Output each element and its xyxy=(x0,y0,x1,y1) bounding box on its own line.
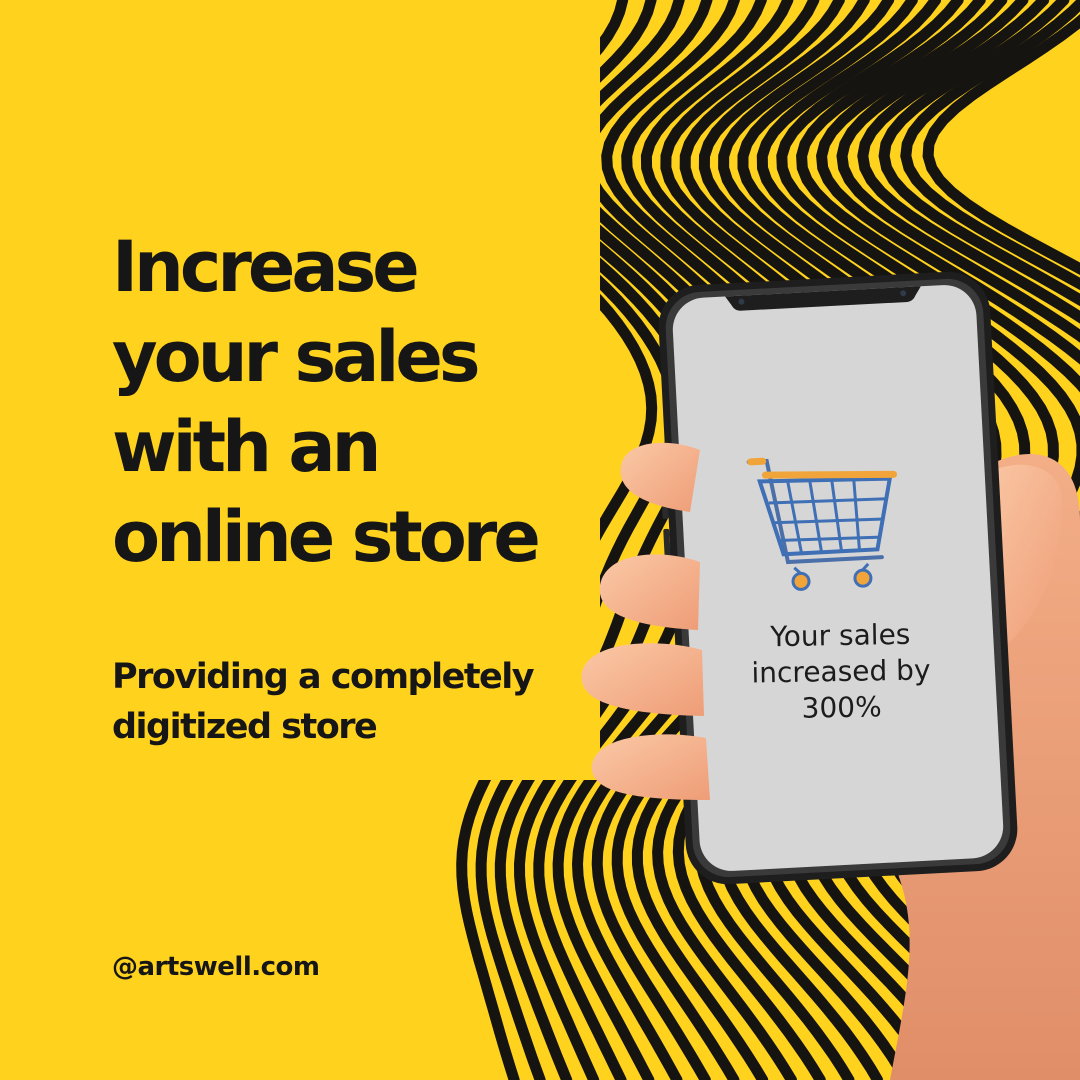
hand-finger xyxy=(591,734,710,800)
phone-message-line: Your sales xyxy=(770,617,911,654)
subheadline-line: Providing a completely xyxy=(112,657,535,697)
phone-message-line: increased by xyxy=(751,653,931,690)
hand-finger xyxy=(581,643,704,716)
headline-line: online store xyxy=(112,496,541,578)
phone-screen xyxy=(672,285,1004,871)
promo-canvas: Increase your sales with an online store… xyxy=(0,0,1080,1080)
phone-message-line: 300% xyxy=(801,690,882,725)
hand-finger xyxy=(620,442,700,512)
headline-line: Increase xyxy=(112,226,420,308)
phone-screen-message: Your sales increased by 300% xyxy=(699,616,983,729)
headline-line: with an xyxy=(112,406,381,488)
website-handle-link[interactable]: @artswell.com xyxy=(112,952,320,982)
headline: Increase your sales with an online store xyxy=(112,222,541,582)
subheadline: Providing a completely digitized store xyxy=(112,652,535,752)
hand-finger xyxy=(599,554,700,630)
subheadline-line: digitized store xyxy=(112,707,378,747)
headline-line: your sales xyxy=(112,316,480,398)
